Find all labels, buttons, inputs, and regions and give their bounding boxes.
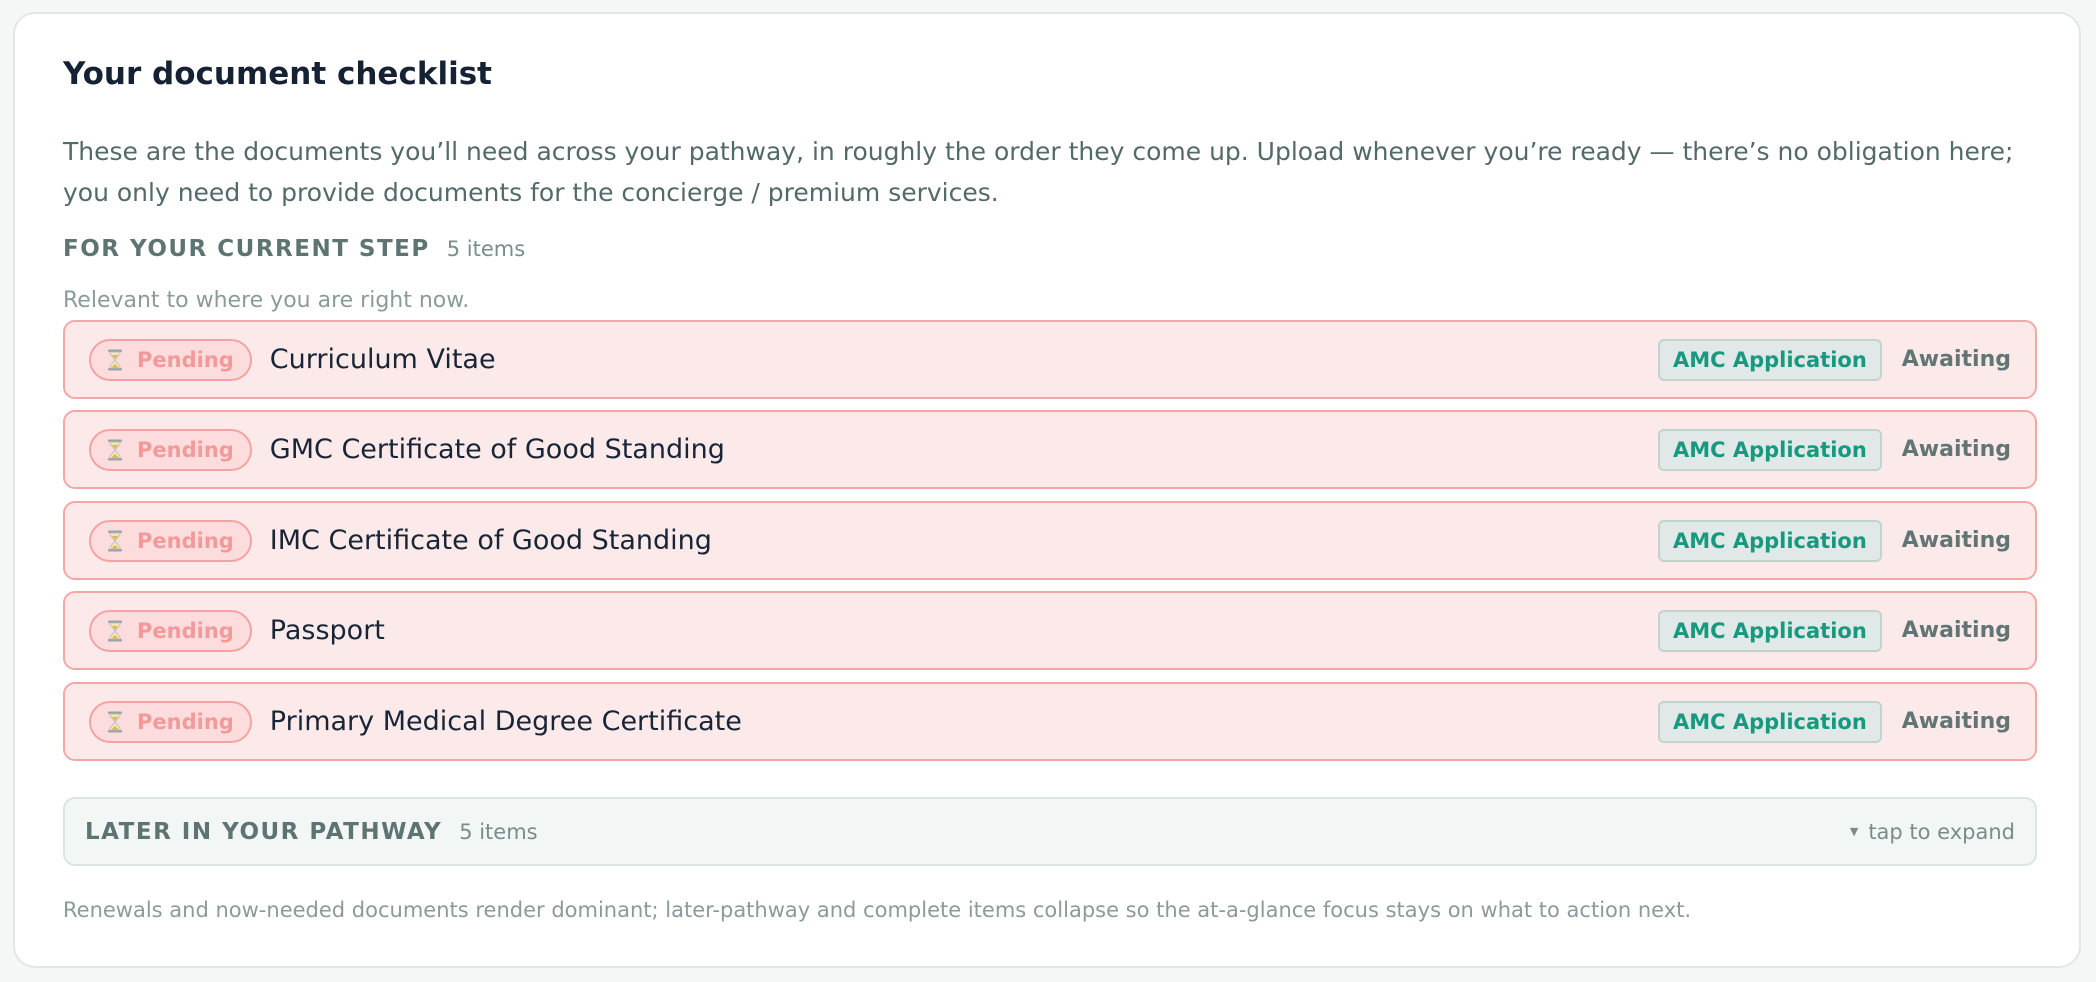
current-step-label: FOR YOUR CURRENT STEP (63, 236, 430, 262)
document-row-gmc-certificate[interactable]: Pending GMC Certificate of Good Standing… (63, 410, 2037, 489)
status-label: Pending (137, 347, 234, 372)
document-name: Curriculum Vitae (269, 344, 496, 375)
document-row-passport[interactable]: Pending Passport AMC Application Awaitin… (63, 591, 2037, 670)
expand-toggle[interactable]: ▼ tap to expand (1850, 820, 2015, 844)
pending-status-badge: Pending (89, 609, 252, 652)
later-pathway-section[interactable]: LATER IN YOUR PATHWAY 5 items ▼ tap to e… (63, 797, 2037, 866)
document-state: Awaiting (1901, 347, 2011, 372)
status-label: Pending (137, 437, 234, 462)
later-pathway-count: 5 items (459, 819, 538, 844)
hourglass-icon (108, 620, 122, 641)
document-state: Awaiting (1901, 437, 2011, 462)
document-state: Awaiting (1901, 618, 2011, 643)
current-step-count: 5 items (446, 237, 526, 261)
current-step-header: FOR YOUR CURRENT STEP 5 items (63, 236, 525, 262)
document-state: Awaiting (1901, 528, 2011, 553)
step-tag: AMC Application (1657, 609, 1882, 652)
step-tag: AMC Application (1657, 700, 1882, 743)
hourglass-icon (108, 439, 122, 460)
document-name: Passport (269, 615, 385, 646)
status-label: Pending (137, 618, 234, 643)
document-name: GMC Certificate of Good Standing (269, 434, 725, 465)
pending-status-badge: Pending (89, 428, 252, 471)
hourglass-icon (108, 711, 122, 732)
hourglass-icon (108, 349, 122, 370)
pending-status-badge: Pending (89, 338, 252, 381)
step-tag: AMC Application (1657, 519, 1882, 562)
document-name: IMC Certificate of Good Standing (269, 525, 712, 556)
checklist-title: Your document checklist (63, 56, 492, 92)
current-step-subtitle: Relevant to where you are right now. (63, 288, 470, 313)
hourglass-icon (108, 530, 122, 551)
document-row-curriculum-vitae[interactable]: Pending Curriculum Vitae AMC Application… (63, 320, 2037, 399)
document-name: Primary Medical Degree Certificate (269, 706, 742, 737)
checklist-intro: These are the documents you’ll need acro… (63, 137, 2014, 207)
pending-status-badge: Pending (89, 700, 252, 743)
step-tag: AMC Application (1657, 338, 1882, 381)
status-label: Pending (137, 528, 234, 553)
document-row-primary-medical-degree[interactable]: Pending Primary Medical Degree Certifica… (63, 682, 2037, 761)
triangle-down-icon: ▼ (1849, 825, 1859, 838)
step-tag: AMC Application (1657, 428, 1882, 471)
document-row-imc-certificate[interactable]: Pending IMC Certificate of Good Standing… (63, 501, 2037, 580)
pending-status-badge: Pending (89, 519, 252, 562)
status-label: Pending (137, 709, 234, 734)
checklist-footnote: Renewals and now-needed documents render… (63, 898, 1692, 922)
document-state: Awaiting (1901, 709, 2011, 734)
document-checklist-card: Your document checklist These are the do… (13, 12, 2081, 968)
later-pathway-label: LATER IN YOUR PATHWAY (85, 818, 443, 845)
expand-hint: tap to expand (1868, 819, 2015, 844)
